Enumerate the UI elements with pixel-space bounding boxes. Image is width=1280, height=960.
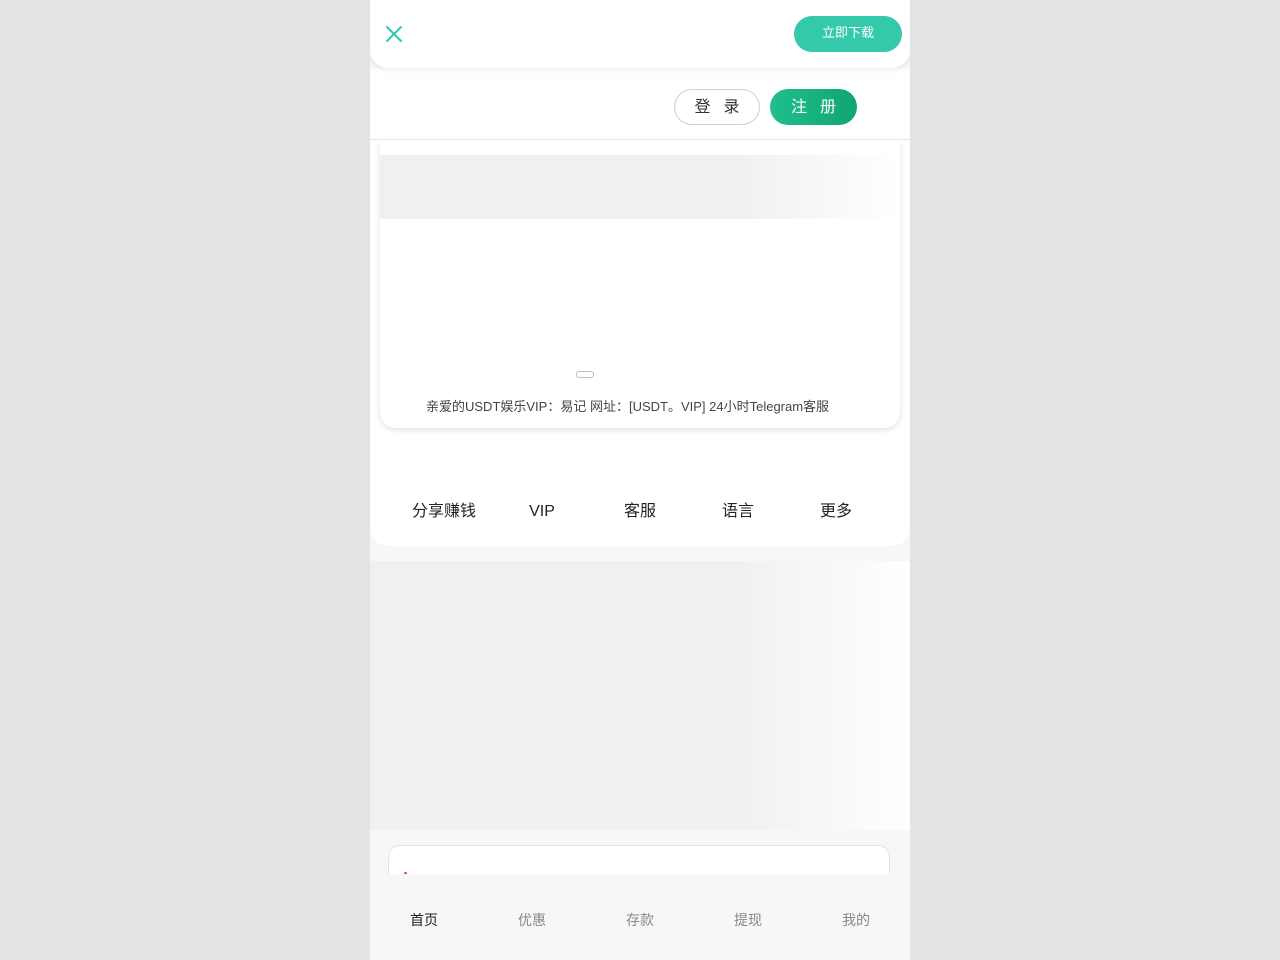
top-section: 亲爱的USDT娱乐VIP：易记 网址：[USDT。VIP] 24小时Telegr… (370, 140, 910, 546)
tab-home[interactable]: 首页 (370, 874, 478, 960)
carousel-indicator[interactable] (576, 371, 594, 378)
quick-nav-more[interactable]: 更多 (787, 500, 885, 524)
notice-marquee[interactable]: 亲爱的USDT娱乐VIP：易记 网址：[USDT。VIP] 24小时Telegr… (426, 396, 856, 418)
tab-profile[interactable]: 我的 (802, 874, 910, 960)
download-banner: 立即下载 (370, 0, 910, 68)
banner-card: 亲爱的USDT娱乐VIP：易记 网址：[USDT。VIP] 24小时Telegr… (380, 140, 900, 428)
download-now-button[interactable]: 立即下载 (794, 16, 902, 52)
content-placeholder (370, 561, 910, 830)
login-button[interactable]: 登 录 (674, 89, 760, 125)
quick-nav-share[interactable]: 分享赚钱 (395, 500, 493, 524)
quick-nav-support[interactable]: 客服 (591, 500, 689, 524)
register-button[interactable]: 注 册 (770, 89, 857, 125)
tab-withdraw[interactable]: 提现 (694, 874, 802, 960)
quick-nav-language[interactable]: 语言 (689, 500, 787, 524)
top-header: 登 录 注 册 (370, 68, 910, 140)
quick-nav: 分享赚钱 VIP 客服 语言 更多 (395, 500, 885, 524)
app-screen: 立即下载 登 录 注 册 亲爱的USDT娱乐VIP：易记 网址：[USDT。VI… (370, 0, 910, 960)
tab-deposit[interactable]: 存款 (586, 874, 694, 960)
banner-image-placeholder (380, 155, 900, 219)
bottom-tab-bar: 首页 优惠 存款 提现 我的 (370, 874, 910, 960)
tab-promotions[interactable]: 优惠 (478, 874, 586, 960)
quick-nav-vip[interactable]: VIP (493, 500, 591, 524)
close-icon[interactable] (384, 24, 404, 44)
